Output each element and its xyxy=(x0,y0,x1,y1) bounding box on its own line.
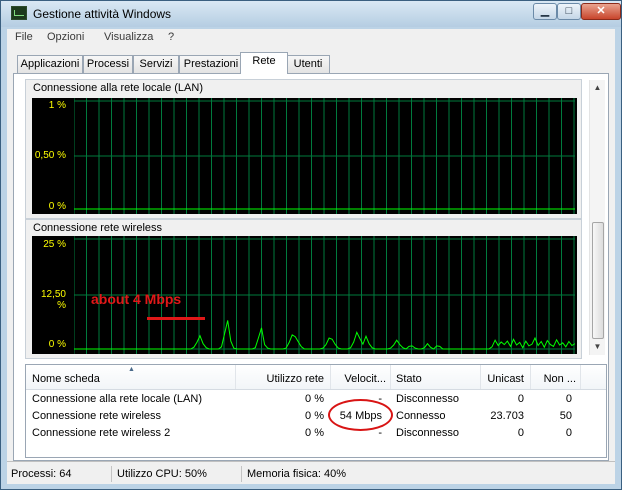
menu-opzioni[interactable]: Opzioni xyxy=(47,31,84,43)
cell-state: Disconnesso xyxy=(396,427,459,439)
column-divider[interactable] xyxy=(330,365,331,389)
lan-ytick-max: 1 % xyxy=(48,100,66,111)
wireless-graph-title: Connessione rete wireless xyxy=(33,222,163,234)
task-manager-window: Gestione attività Windows ▁ □ ✕ File Opz… xyxy=(0,0,622,490)
col-nome-scheda[interactable]: Nome scheda xyxy=(32,373,100,385)
speed-highlight-circle xyxy=(328,399,393,431)
lan-graph-title: Connessione alla rete locale (LAN) xyxy=(33,82,203,94)
wireless-ytick-mid: 12,50 % xyxy=(40,289,66,311)
cell-name: Connessione alla rete locale (LAN) xyxy=(32,393,202,405)
cell-non-unicast: 50 xyxy=(559,410,572,422)
column-divider[interactable] xyxy=(235,365,236,389)
menu-file[interactable]: File xyxy=(15,31,33,43)
cell-state: Disconnesso xyxy=(396,393,459,405)
scroll-thumb[interactable] xyxy=(592,222,604,339)
wireless-ytick-min: 0 % xyxy=(48,339,66,350)
scroll-down-icon[interactable]: ▼ xyxy=(590,340,605,354)
col-non-unicast[interactable]: Non ... xyxy=(532,373,576,385)
col-unicast[interactable]: Unicast xyxy=(484,373,524,385)
cell-usage: 0 % xyxy=(305,393,324,405)
menu-help[interactable]: ? xyxy=(168,31,174,43)
maximize-button[interactable]: □ xyxy=(557,3,581,20)
column-divider[interactable] xyxy=(530,365,531,389)
sort-ascending-icon: ▲ xyxy=(128,366,135,373)
graphs-scrollbar[interactable]: ▲ ▼ xyxy=(589,80,605,355)
wireless-ytick-max: 25 % xyxy=(43,239,66,250)
column-divider[interactable] xyxy=(480,365,481,389)
status-bar: Processi: 64 Utilizzo CPU: 50% Memoria f… xyxy=(7,461,615,484)
cell-non-unicast: 0 xyxy=(565,427,572,439)
adapter-table: ▲ Nome scheda Utilizzo rete Velocit... S… xyxy=(25,364,607,458)
menu-bar: File Opzioni Visualizza ? xyxy=(7,29,615,47)
minimize-button[interactable]: ▁ xyxy=(533,3,557,20)
lan-graph-plot: 1 % 0,50 % 0 % xyxy=(32,98,577,214)
wireless-graph-panel: Connessione rete wireless 25 % 12,50 % 0… xyxy=(25,219,582,359)
tab-applicazioni[interactable]: Applicazioni xyxy=(17,55,83,73)
status-cpu: Utilizzo CPU: 50% xyxy=(113,466,242,482)
cell-usage: 0 % xyxy=(305,410,324,422)
cell-name: Connessione rete wireless xyxy=(32,410,162,422)
lan-ytick-min: 0 % xyxy=(48,201,66,212)
cell-unicast: 0 xyxy=(517,427,524,439)
cell-unicast: 0 xyxy=(517,393,524,405)
cell-unicast: 23.703 xyxy=(490,410,524,422)
status-memory: Memoria fisica: 40% xyxy=(247,468,347,480)
menu-visualizza[interactable]: Visualizza xyxy=(104,31,153,43)
lan-graph-chart xyxy=(74,98,575,214)
table-row[interactable]: Connessione rete wireless 2 0 % - Discon… xyxy=(26,425,606,442)
tab-processi[interactable]: Processi xyxy=(83,55,133,73)
cell-state: Connesso xyxy=(396,410,446,422)
column-divider[interactable] xyxy=(580,365,581,389)
tab-utenti[interactable]: Utenti xyxy=(286,55,330,73)
table-row[interactable]: Connessione rete wireless 0 % 54 Mbps Co… xyxy=(26,408,606,425)
tab-rete[interactable]: Rete xyxy=(240,52,288,74)
table-row[interactable]: Connessione alla rete locale (LAN) 0 % -… xyxy=(26,391,606,408)
lan-ytick-mid: 0,50 % xyxy=(34,150,66,161)
annotation-label: about 4 Mbps xyxy=(91,291,182,307)
col-utilizzo-rete[interactable]: Utilizzo rete xyxy=(238,373,324,385)
tab-prestazioni[interactable]: Prestazioni xyxy=(179,55,243,73)
column-divider[interactable] xyxy=(390,365,391,389)
title-bar[interactable]: Gestione attività Windows ▁ □ ✕ xyxy=(1,1,621,27)
table-header: ▲ Nome scheda Utilizzo rete Velocit... S… xyxy=(26,365,606,390)
tab-servizi[interactable]: Servizi xyxy=(133,55,179,73)
task-manager-icon xyxy=(11,6,27,20)
lan-graph-panel: Connessione alla rete locale (LAN) 1 % 0… xyxy=(25,79,582,219)
cell-usage: 0 % xyxy=(305,427,324,439)
cell-name: Connessione rete wireless 2 xyxy=(32,427,171,439)
scroll-up-icon[interactable]: ▲ xyxy=(590,81,605,95)
col-velocita[interactable]: Velocit... xyxy=(332,373,386,385)
window-title: Gestione attività Windows xyxy=(33,7,172,21)
close-button[interactable]: ✕ xyxy=(581,3,621,20)
cell-non-unicast: 0 xyxy=(565,393,572,405)
col-stato[interactable]: Stato xyxy=(396,373,422,385)
annotation-underline xyxy=(147,317,205,320)
status-processes: Processi: 64 xyxy=(7,466,112,482)
